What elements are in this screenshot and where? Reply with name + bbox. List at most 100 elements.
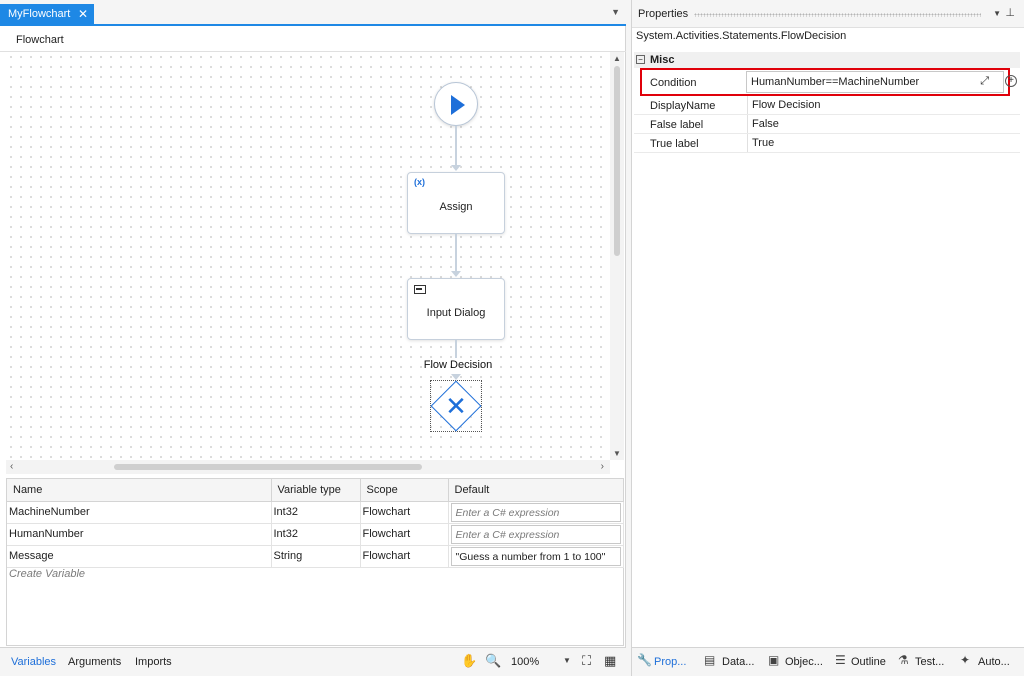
connector-line (455, 126, 457, 166)
condition-input[interactable]: HumanNumber==MachineNumber ⤢ + (746, 71, 1017, 93)
designer-pane: MyFlowchart ✕ ▼ Flowchart (x) Assign Inp… (0, 0, 626, 676)
chevron-down-icon[interactable]: ▼ (611, 7, 620, 17)
column-header-default[interactable]: Default (448, 479, 624, 502)
outline-icon: ☰ (835, 653, 846, 667)
chevron-down-icon[interactable]: ▼ (563, 656, 571, 665)
chevron-down-icon[interactable]: ▼ (993, 9, 1001, 18)
category-misc[interactable]: − Misc (634, 52, 1020, 68)
variable-type[interactable]: String (271, 545, 361, 568)
scroll-thumb[interactable] (114, 464, 422, 470)
panel-grip[interactable] (694, 13, 981, 17)
connector-line (455, 234, 457, 272)
test-explorer-icon: ⚗ (898, 653, 909, 667)
properties-type-name: System.Activities.Statements.FlowDecisio… (636, 30, 847, 42)
chevron-left-icon[interactable]: ‹ (10, 461, 13, 472)
plus-icon[interactable]: + (1005, 75, 1017, 87)
variable-type[interactable]: Int32 (271, 501, 361, 524)
properties-bottom-bar: 🔧 Prop... ▤ Data... ▣ Objec... ☰ Outline… (632, 647, 1024, 676)
pan-hand-icon[interactable]: ✋ (461, 653, 477, 669)
table-row[interactable]: Message String Flowchart "Guess a number… (7, 545, 624, 568)
property-name: DisplayName (650, 100, 716, 112)
designer-bottom-bar: Variables Arguments Imports ✋ 🔍 100% ▼ ⛶… (0, 647, 626, 676)
table-row[interactable]: MachineNumber Int32 Flowchart Enter a C#… (7, 501, 624, 524)
properties-title: Properties (638, 8, 689, 20)
variable-default-input[interactable]: "Guess a number from 1 to 100" (450, 546, 621, 566)
displayname-input[interactable]: Flow Decision (747, 96, 1015, 114)
play-icon (451, 95, 465, 115)
flow-decision-label: Flow Decision (423, 359, 493, 371)
zoom-search-icon[interactable]: 🔍 (485, 653, 501, 669)
property-row-false-label[interactable]: False label False (634, 115, 1020, 134)
condition-value: HumanNumber==MachineNumber (751, 76, 920, 88)
tab-test-explorer[interactable]: Test... (915, 656, 944, 668)
tab-data-manager[interactable]: Data... (722, 656, 754, 668)
zoom-level[interactable]: 100% (511, 656, 539, 668)
variable-type[interactable]: Int32 (271, 523, 361, 546)
tab-variables[interactable]: Variables (11, 656, 56, 668)
chevron-down-icon[interactable]: ▼ (613, 449, 621, 458)
create-variable-row[interactable]: Create Variable (9, 568, 85, 580)
variables-table: Name Variable type Scope Default Machine… (7, 479, 624, 568)
pin-icon[interactable]: ⊥ (1005, 6, 1015, 19)
tab-imports[interactable]: Imports (135, 656, 172, 668)
chevron-right-icon[interactable]: › (601, 461, 604, 472)
tab-autopilot[interactable]: Auto... (978, 656, 1010, 668)
tab-arguments[interactable]: Arguments (68, 656, 121, 668)
variable-default-input[interactable]: Enter a C# expression (450, 524, 621, 544)
property-grid: − Misc Condition HumanNumber==MachineNum… (634, 52, 1020, 153)
overview-map-icon[interactable]: ▦ (604, 653, 616, 669)
tab-object-repository[interactable]: Objec... (785, 656, 823, 668)
properties-header: Properties ▼ ⊥ (632, 0, 1024, 28)
variables-panel: Name Variable type Scope Default Machine… (6, 478, 624, 646)
property-row-true-label[interactable]: True label True (634, 134, 1020, 153)
category-label: Misc (650, 54, 675, 66)
variable-name[interactable]: MachineNumber (7, 501, 272, 524)
vertical-scrollbar[interactable]: ▲ ▼ (610, 52, 624, 460)
connector-arrow (451, 165, 461, 171)
column-header-name[interactable]: Name (7, 479, 272, 502)
property-row-condition[interactable]: Condition HumanNumber==MachineNumber ⤢ + (640, 68, 1017, 96)
data-manager-icon: ▤ (704, 653, 716, 667)
flowchart-canvas[interactable]: (x) Assign Input Dialog Flow Decision ✕ (6, 52, 610, 460)
assign-icon: (x) (414, 177, 425, 187)
document-tab-myflowchart[interactable]: MyFlowchart ✕ (0, 4, 94, 26)
document-tab-label: MyFlowchart (8, 8, 71, 20)
autopilot-sparkle-icon: ✦ (960, 653, 971, 667)
property-row-displayname[interactable]: DisplayName Flow Decision (634, 96, 1020, 115)
variable-scope[interactable]: Flowchart (360, 545, 449, 568)
column-header-type[interactable]: Variable type (271, 479, 361, 502)
variable-name[interactable]: Message (7, 545, 272, 568)
variable-name[interactable]: HumanNumber (7, 523, 272, 546)
expand-icon[interactable]: ⤢ (980, 75, 989, 88)
collapse-icon[interactable]: − (636, 55, 645, 64)
tab-properties[interactable]: Prop... (654, 656, 686, 668)
table-row[interactable]: HumanNumber Int32 Flowchart Enter a C# e… (7, 523, 624, 546)
false-label-input[interactable]: False (747, 115, 1015, 133)
horizontal-scrollbar[interactable]: ‹ › (6, 460, 610, 474)
activity-input-dialog[interactable]: Input Dialog (407, 278, 505, 340)
chevron-up-icon[interactable]: ▲ (613, 54, 621, 63)
fit-to-screen-icon[interactable]: ⛶ (582, 653, 591, 669)
true-label-input[interactable]: True (747, 134, 1015, 152)
breadcrumb[interactable]: Flowchart (0, 28, 626, 52)
wrench-icon: 🔧 (637, 653, 652, 667)
dialog-icon (414, 285, 426, 294)
close-icon[interactable]: ✕ (78, 7, 88, 21)
property-name: True label (650, 138, 699, 150)
connector-arrow (451, 271, 461, 277)
connector-line (455, 340, 457, 358)
activity-assign[interactable]: (x) Assign (407, 172, 505, 234)
activity-label: Assign (439, 201, 473, 213)
column-header-scope[interactable]: Scope (360, 479, 449, 502)
object-repository-icon: ▣ (768, 653, 780, 667)
properties-pane: Properties ▼ ⊥ System.Activities.Stateme… (631, 0, 1024, 676)
activity-label: Input Dialog (426, 307, 486, 319)
variable-scope[interactable]: Flowchart (360, 523, 449, 546)
variable-scope[interactable]: Flowchart (360, 501, 449, 524)
variable-default-input[interactable]: Enter a C# expression (450, 502, 621, 522)
start-node[interactable] (434, 82, 478, 126)
scroll-thumb[interactable] (614, 66, 620, 256)
close-icon: ✕ (445, 391, 467, 421)
tab-outline[interactable]: Outline (851, 656, 886, 668)
property-name: False label (650, 119, 704, 131)
